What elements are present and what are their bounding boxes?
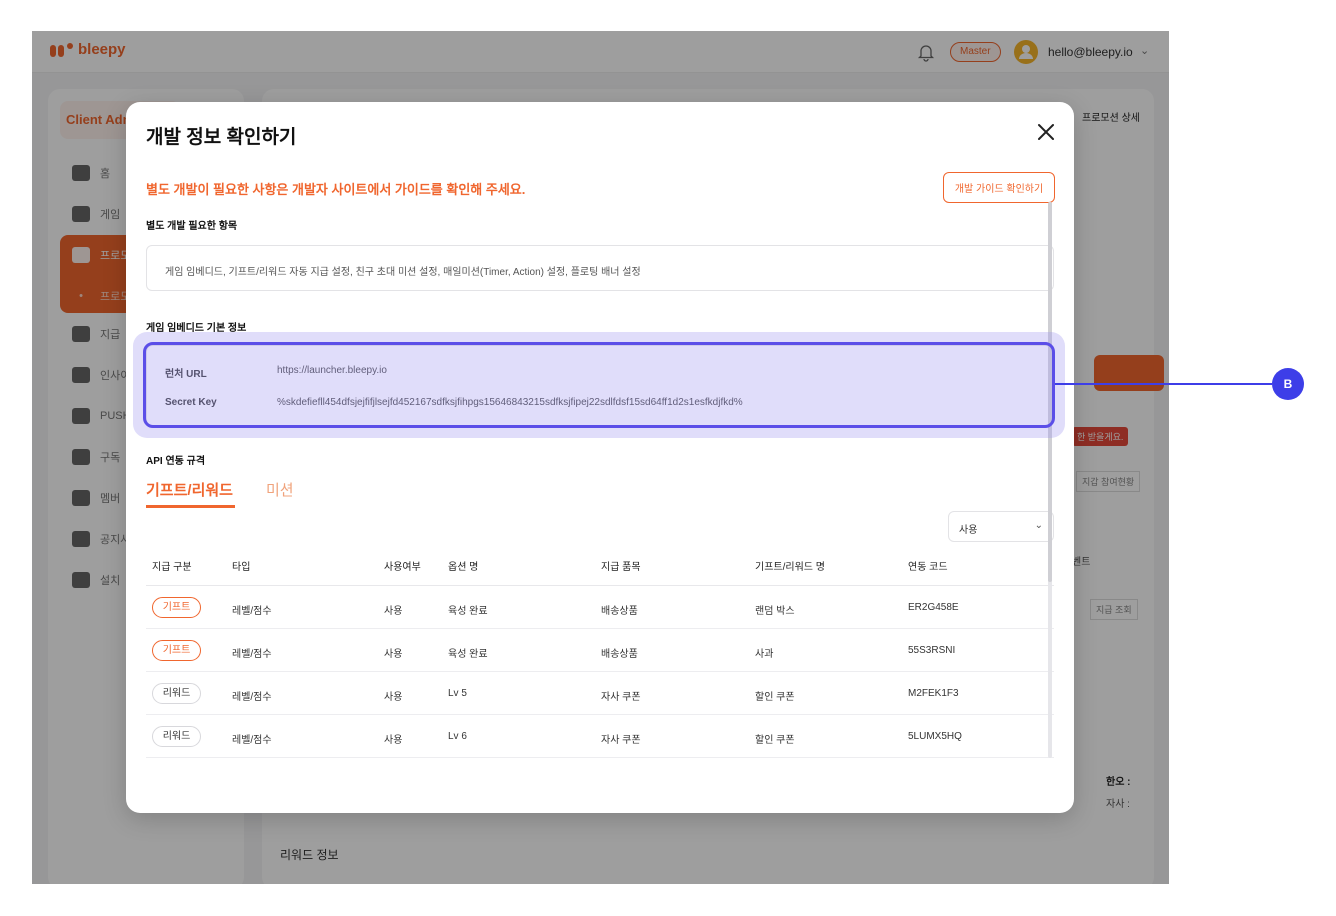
tab-mission[interactable]: 미션 (266, 479, 294, 500)
kind-badge: 기프트 (152, 597, 201, 618)
kind-badge: 기프트 (152, 640, 201, 661)
table-row[interactable]: 리워드 레벨/점수 사용 Lv 6 자사 쿠폰 할인 쿠폰 5LUMX5HQ (146, 715, 1054, 758)
api-section-label: API 연동 규격 (146, 456, 206, 467)
header-type: 타입 (232, 562, 251, 573)
dev-notice: 별도 개발이 필요한 사항은 개발자 사이트에서 가이드를 확인해 주세요. (146, 182, 526, 197)
dev-guide-button[interactable]: 개발 가이드 확인하기 (943, 172, 1055, 203)
kind-badge: 리워드 (152, 683, 201, 704)
highlight-frame (143, 342, 1055, 428)
dev-info-modal: 개발 정보 확인하기 별도 개발이 필요한 사항은 개발자 사이트에서 가이드를… (126, 102, 1074, 813)
header-code: 연동 코드 (908, 562, 948, 573)
chevron-down-icon: ⌄ (1034, 520, 1043, 531)
table-row[interactable]: 기프트 레벨/점수 사용 육성 완료 배송상품 사과 55S3RSNI (146, 629, 1054, 672)
kind-badge: 리워드 (152, 726, 201, 747)
required-section-label: 별도 개발 필요한 항목 (146, 221, 238, 232)
header-option: 옵션 명 (448, 562, 479, 573)
annotation-marker: B (1272, 368, 1304, 400)
required-items-box: 게임 임베디드, 기프트/리워드 자동 지급 설정, 친구 초대 미션 설정, … (146, 245, 1054, 291)
table-row[interactable]: 기프트 레벨/점수 사용 육성 완료 배송상품 랜덤 박스 ER2G458E (146, 586, 1054, 629)
annotation-leader-line (1055, 383, 1272, 385)
use-filter-select[interactable]: 사용 ⌄ (948, 511, 1054, 542)
tab-gift-reward[interactable]: 기프트/리워드 (146, 479, 233, 500)
tab-active-indicator (146, 505, 235, 508)
close-icon[interactable] (1030, 116, 1062, 148)
header-item: 지급 품목 (601, 562, 641, 573)
header-kind: 지급 구분 (152, 562, 192, 573)
header-name: 기프트/리워드 명 (755, 562, 825, 573)
header-use: 사용여부 (384, 562, 421, 573)
modal-title: 개발 정보 확인하기 (146, 127, 297, 148)
table-header: 지급 구분 타입 사용여부 옵션 명 지급 품목 기프트/리워드 명 연동 코드 (146, 554, 1054, 586)
table-row[interactable]: 리워드 레벨/점수 사용 Lv 5 자사 쿠폰 할인 쿠폰 M2FEK1F3 (146, 672, 1054, 715)
